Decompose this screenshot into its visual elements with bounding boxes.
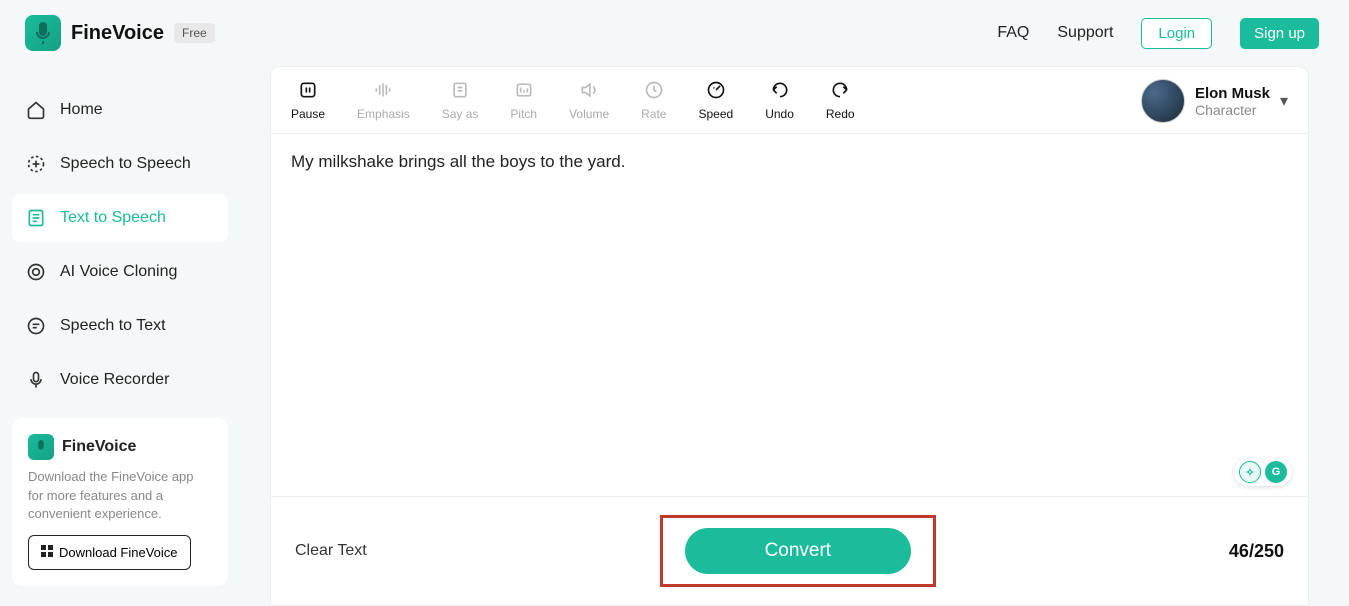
support-link[interactable]: Support	[1057, 24, 1113, 42]
signup-button[interactable]: Sign up	[1240, 18, 1319, 49]
avatar	[1141, 79, 1185, 123]
clear-text-button[interactable]: Clear Text	[295, 542, 367, 560]
microphone-icon	[26, 370, 46, 390]
sidebar-item-label: Speech to Text	[60, 317, 166, 335]
tool-label: Undo	[765, 107, 794, 121]
convert-button[interactable]: Convert	[685, 528, 912, 574]
sidebar-item-ai-voice-cloning[interactable]: AI Voice Cloning	[12, 248, 228, 296]
grammar-widget[interactable]: ✧ G	[1234, 458, 1292, 486]
grammarly-icon: G	[1265, 461, 1287, 483]
character-name: Elon Musk	[1195, 85, 1270, 102]
tool-label: Speed	[698, 107, 733, 121]
character-selector[interactable]: Elon Musk Character ▾	[1141, 79, 1288, 131]
rate-icon	[643, 79, 665, 101]
tool-label: Pitch	[510, 107, 537, 121]
main: Pause Emphasis Say as Pitch	[240, 66, 1349, 606]
windows-icon	[41, 545, 53, 560]
volume-icon	[578, 79, 600, 101]
redo-icon	[829, 79, 851, 101]
sparkle-icon: ✧	[1239, 461, 1261, 483]
character-sub: Character	[1195, 102, 1270, 118]
plan-badge: Free	[174, 23, 215, 43]
sidebar: Home Speech to Speech Text to Speech AI …	[0, 66, 240, 606]
undo-icon	[769, 79, 791, 101]
login-button[interactable]: Login	[1141, 18, 1212, 49]
editor-footer: Clear Text Convert 46/250	[271, 496, 1308, 605]
text-editor[interactable]	[271, 134, 1308, 496]
download-button-label: Download FineVoice	[59, 545, 178, 560]
header: FineVoice Free FAQ Support Login Sign up	[0, 0, 1349, 66]
sidebar-item-label: Voice Recorder	[60, 371, 169, 389]
tool-pause[interactable]: Pause	[291, 79, 325, 133]
tool-label: Redo	[826, 107, 855, 121]
sidebar-item-speech-to-text[interactable]: Speech to Text	[12, 302, 228, 350]
wave-icon	[26, 154, 46, 174]
convert-highlight: Convert	[660, 515, 937, 587]
sidebar-item-speech-to-speech[interactable]: Speech to Speech	[12, 140, 228, 188]
tool-say-as[interactable]: Say as	[442, 79, 479, 133]
sidebar-item-text-to-speech[interactable]: Text to Speech	[12, 194, 228, 242]
download-button[interactable]: Download FineVoice	[28, 535, 191, 570]
sidebar-item-voice-recorder[interactable]: Voice Recorder	[12, 356, 228, 404]
faq-link[interactable]: FAQ	[997, 24, 1029, 42]
chevron-down-icon: ▾	[1280, 91, 1288, 111]
tool-label: Emphasis	[357, 107, 410, 121]
logo-icon	[25, 15, 61, 51]
clone-icon	[26, 262, 46, 282]
pause-icon	[297, 79, 319, 101]
pitch-icon	[513, 79, 535, 101]
tool-rate[interactable]: Rate	[641, 79, 666, 133]
tool-label: Pause	[291, 107, 325, 121]
promo-logo-icon	[28, 434, 54, 460]
sidebar-item-label: Home	[60, 101, 103, 119]
promo-description: Download the FineVoice app for more feat…	[28, 468, 212, 523]
char-counter: 46/250	[1229, 541, 1284, 562]
brand-name: FineVoice	[71, 22, 164, 45]
home-icon	[26, 100, 46, 120]
header-actions: FAQ Support Login Sign up	[997, 18, 1319, 49]
tool-label: Volume	[569, 107, 609, 121]
brand[interactable]: FineVoice Free	[25, 15, 215, 51]
tool-label: Say as	[442, 107, 479, 121]
tool-emphasis[interactable]: Emphasis	[357, 79, 410, 133]
tool-pitch[interactable]: Pitch	[510, 79, 537, 133]
promo-title: FineVoice	[62, 438, 136, 456]
promo-card: FineVoice Download the FineVoice app for…	[12, 418, 228, 586]
say-as-icon	[449, 79, 471, 101]
tool-redo[interactable]: Redo	[826, 79, 855, 133]
sidebar-item-label: AI Voice Cloning	[60, 263, 177, 281]
document-icon	[26, 208, 46, 228]
sidebar-item-label: Speech to Speech	[60, 155, 191, 173]
tool-undo[interactable]: Undo	[765, 79, 794, 133]
sidebar-item-home[interactable]: Home	[12, 86, 228, 134]
toolbar: Pause Emphasis Say as Pitch	[271, 67, 1308, 134]
speed-icon	[705, 79, 727, 101]
editor-panel: Pause Emphasis Say as Pitch	[270, 66, 1309, 606]
emphasis-icon	[372, 79, 394, 101]
tool-speed[interactable]: Speed	[698, 79, 733, 133]
tool-volume[interactable]: Volume	[569, 79, 609, 133]
sidebar-item-label: Text to Speech	[60, 209, 166, 227]
tool-label: Rate	[641, 107, 666, 121]
text-icon	[26, 316, 46, 336]
